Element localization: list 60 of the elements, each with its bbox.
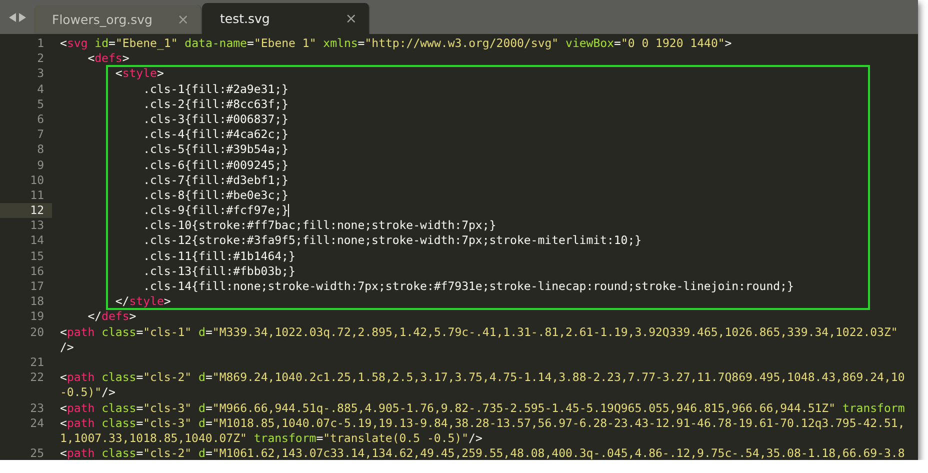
file-tab[interactable]: Flowers_org.svg × [34,5,202,34]
code-line: .cls-9{fill:#fcf97e;} [142,203,288,218]
line-number: 12 [0,203,52,218]
line-number: 2 [36,51,45,66]
code-line: <svg id="Ebene_1" data-name="Ebene 1" xmlns="http://www.w3.org/2000/svg" viewBox="0 0 1920 1440"> [60,36,732,52]
code-line: <path class="cls-2" d="M1061.62,143.07c33.14,134.62,49.45,259.55,48.08,400.3q-.045,4.86-.12,9.75c-.54,35.08-1.18,66.69-3.8 [60,446,905,460]
code-line: 1,1007.33,1018.85,1040.07Z" transform="translate(0.5 -0.5)"/> [60,430,482,446]
code-line: <style> [114,66,164,82]
code-line: .cls-10{stroke:#ff7bac;fill:none;stroke-width:7px;} [142,218,496,234]
line-number: 7 [36,127,45,142]
code-line: .cls-5{fill:#39b54a;} [142,142,288,158]
back-arrow-icon[interactable] [8,12,16,22]
code-line: .cls-4{fill:#4ca62c;} [142,127,288,142]
line-number: 25 [29,446,45,460]
line-number: 24 [29,416,45,431]
code-line: .cls-11{fill:#1b1464;} [142,248,296,264]
line-number: 6 [36,112,45,128]
line-number: 17 [29,279,45,294]
code-line: .cls-6{fill:#009245;} [142,158,288,173]
code-line: .cls-12{stroke:#3fa9f5;fill:none;stroke-width:7px;stroke-miterlimit:10;} [142,233,642,249]
tab-label: test.svg [220,11,270,26]
line-number: 18 [29,294,45,310]
code-line: .cls-2{fill:#8cc63f;} [142,96,288,112]
line-number: 11 [29,188,45,204]
line-number: 23 [29,400,45,416]
line-number: 21 [29,354,45,370]
code-line: </style> [114,294,171,310]
code-line: <path class="cls-2" d="M869.24,1040.2c1.25,1.58,2.5,3.17,3.75,4.75-1.14,3.88-2.23,7.77-3.27,11.7Q869.495,1048.43,869.24,10 [60,370,905,386]
line-number: 19 [29,309,45,325]
line-number: 9 [36,158,45,173]
file-tab[interactable]: test.svg × [202,3,370,34]
code-line: </defs> [86,309,136,325]
code-line: .cls-8{fill:#be0e3c;} [142,188,288,204]
line-number: 22 [29,370,45,386]
line-number: 13 [29,218,45,234]
code-line: .cls-3{fill:#006837;} [142,112,288,128]
forward-arrow-icon[interactable] [18,12,26,22]
code-line: .cls-13{fill:#fbb03b;} [142,264,296,280]
code-line: <defs> [86,51,130,66]
line-number: 1 [36,36,45,52]
code-line: <path class="cls-1" d="M339.34,1022.03q.72,2.895,1.42,5.79c-.41,1.31-.81,2.61-1.19,3.92Q339.465,1026.865,339.34,1022.03Z" [60,324,898,340]
line-number: 15 [29,248,45,264]
text-cursor [288,204,290,218]
line-number: 4 [36,82,45,97]
code-line: -0.5)"/> [60,385,116,401]
code-line: <path class="cls-3" d="M1018.85,1040.07c-5.19,19.13-9.84,38.28-13.57,56.97-6.28-23.43-12.91-46.78-19.61-70.12q3.795-42.51, [60,416,905,431]
line-number: 14 [29,233,45,249]
tab-label: Flowers_org.svg [52,12,152,27]
code-line: <path class="cls-3" d="M966.66,944.51q-.885,4.905-1.76,9.82-.735-2.595-1.45-5.19Q965.055,946.815,966.66,944.51Z" transform [60,400,905,416]
line-number: 20 [29,324,45,340]
line-number: 16 [29,264,45,279]
line-number: 5 [36,96,45,112]
code-line: .cls-1{fill:#2a9e31;} [142,82,288,97]
line-number: 10 [29,172,45,188]
code-line: /> [60,340,74,355]
line-number: 3 [36,66,45,82]
code-line: .cls-14{fill:none;stroke-width:7px;stroke:#f7931e;stroke-linecap:round;stroke-linejoin:round;} [142,279,794,294]
close-icon[interactable]: × [345,10,357,26]
line-number: 8 [36,142,45,158]
code-line: .cls-7{fill:#d3ebf1;} [142,172,288,188]
